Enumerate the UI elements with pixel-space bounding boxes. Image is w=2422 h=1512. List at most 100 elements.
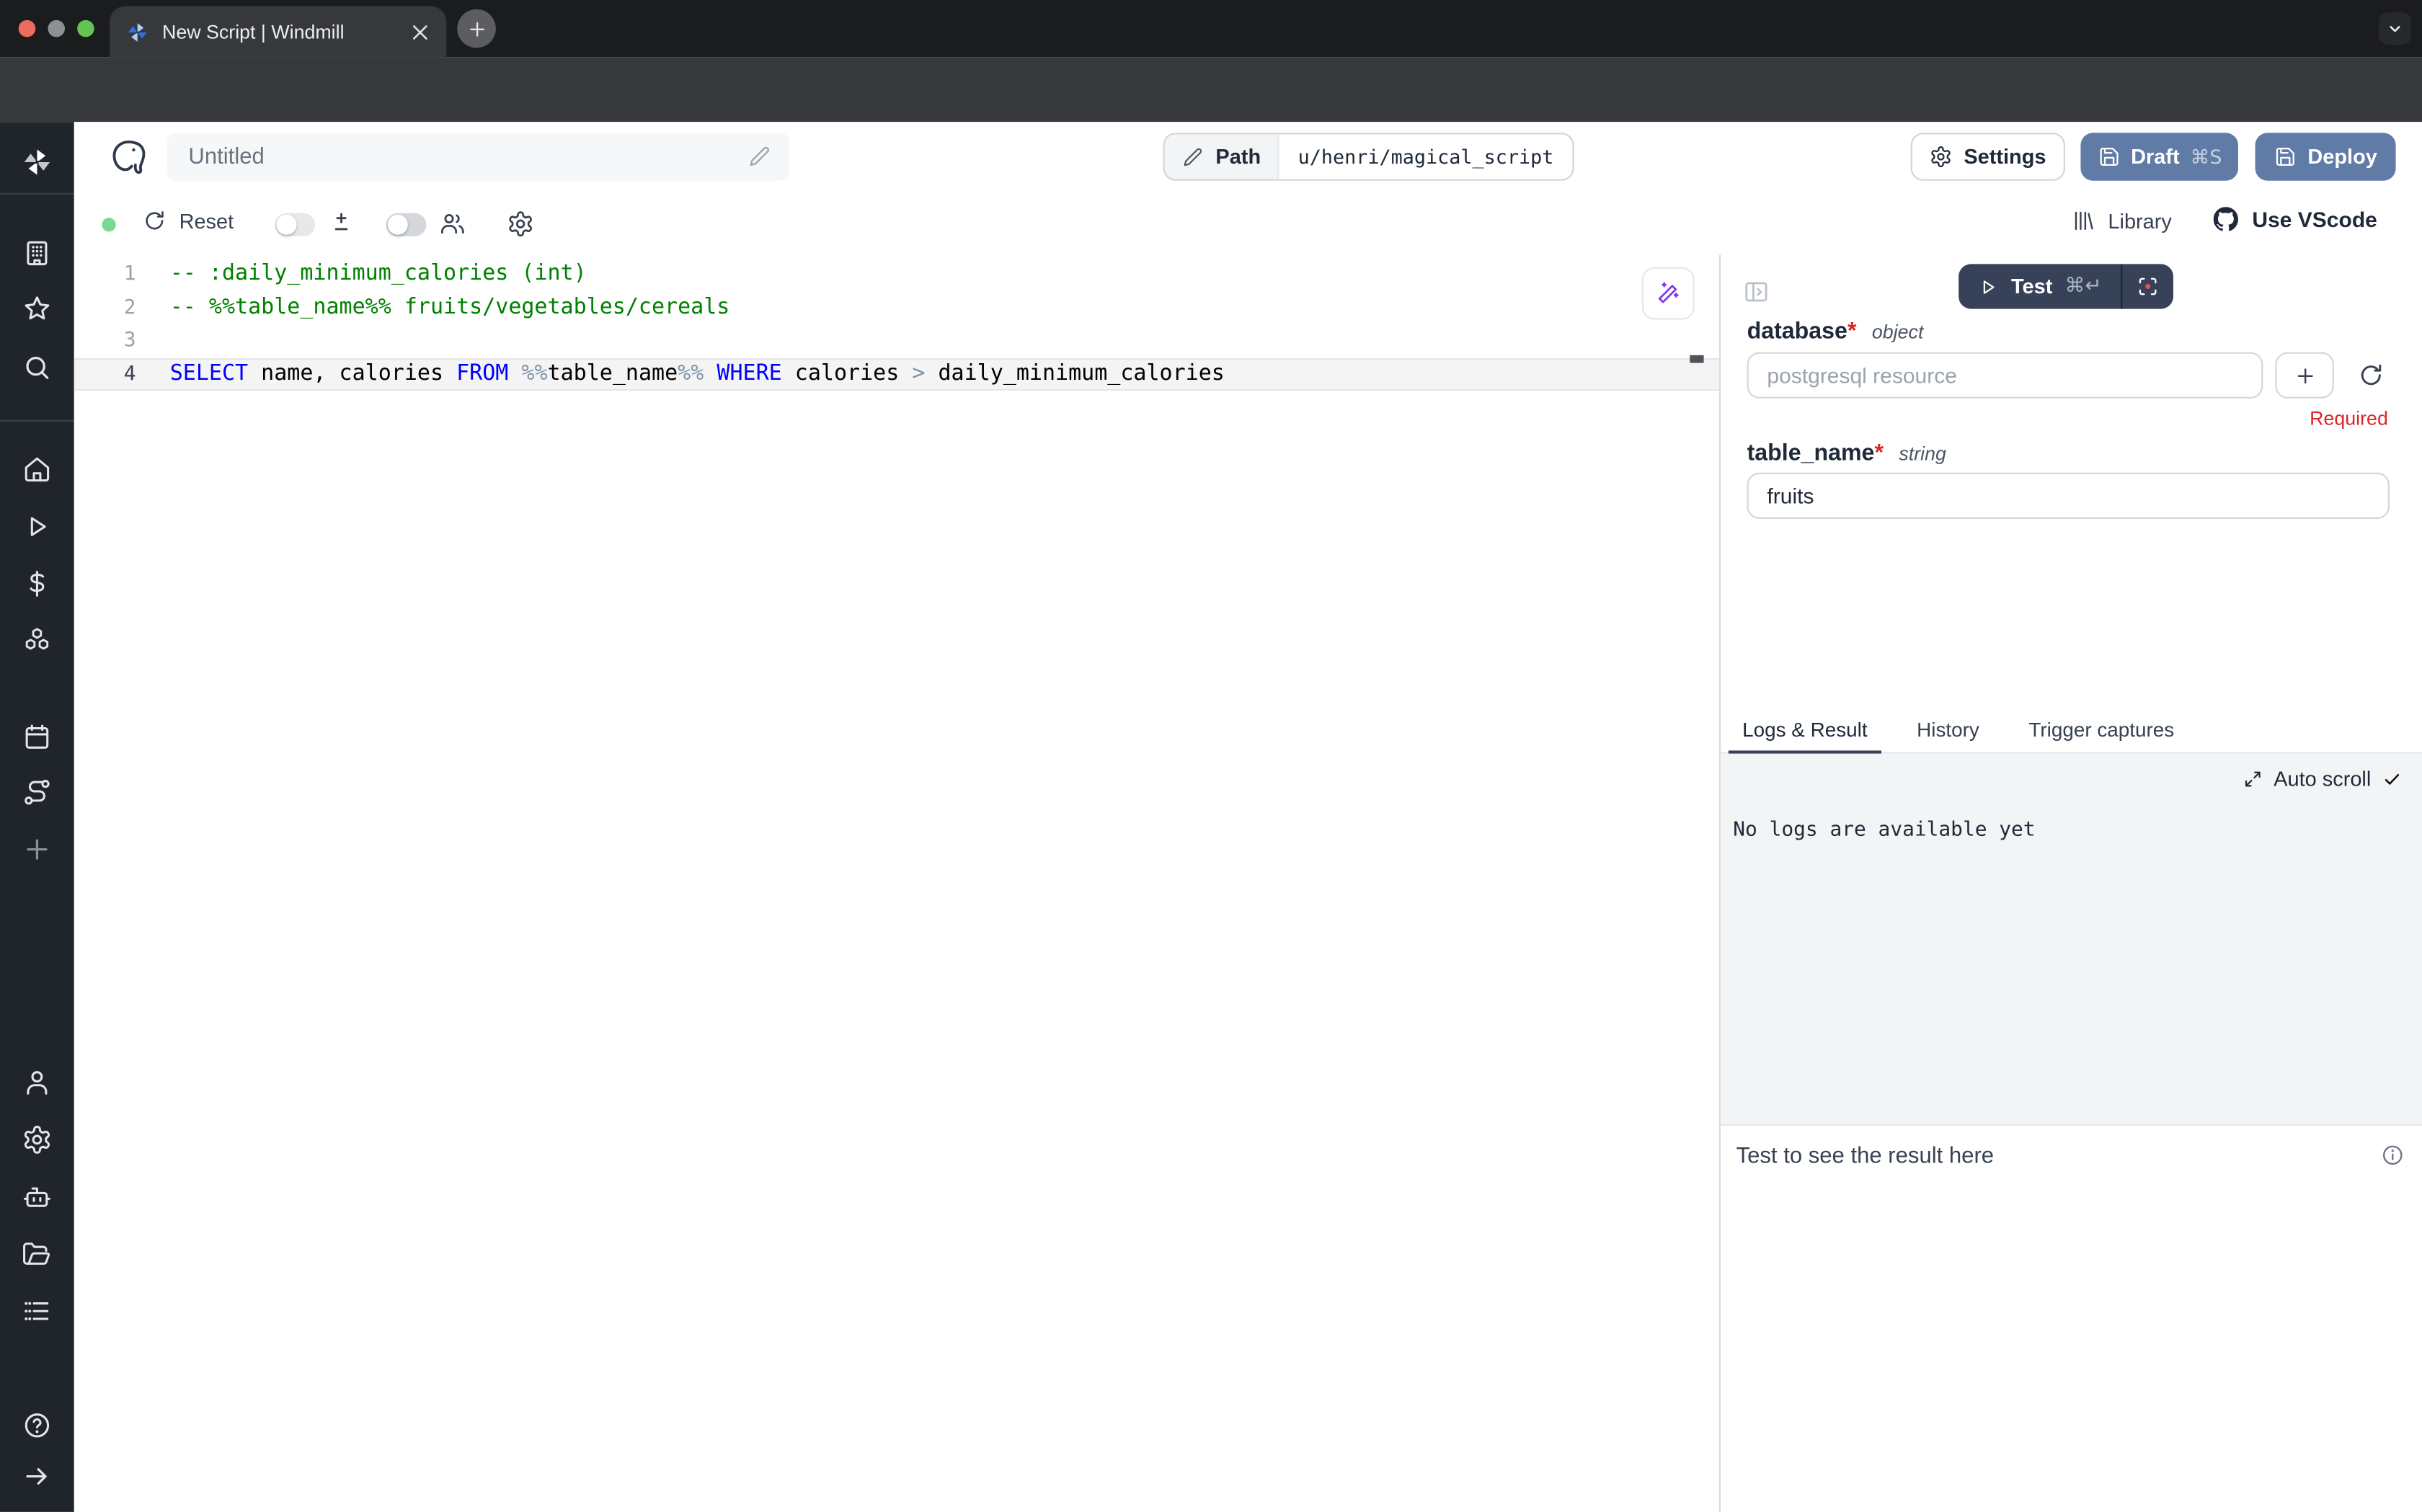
overview-ruler-cursor-mark [1690, 355, 1703, 363]
info-icon[interactable] [2380, 1143, 2405, 1168]
script-path-control[interactable]: Path u/henri/magical_script [1163, 133, 1574, 180]
deploy-button-label: Deploy [2307, 145, 2377, 168]
result-panel: Test to see the result here [1721, 1124, 2422, 1512]
code-line[interactable]: 4SELECT name, calories FROM %%table_name… [74, 357, 1719, 391]
settings-icon[interactable] [22, 1124, 53, 1155]
window-minimize-button[interactable] [48, 20, 65, 37]
runs-icon[interactable] [22, 511, 53, 542]
windmill-logo[interactable] [20, 145, 54, 179]
code-line[interactable]: 3 [74, 324, 1719, 357]
connection-status-dot [102, 218, 115, 231]
help-icon[interactable] [22, 1410, 53, 1441]
table-name-input[interactable] [1747, 473, 2390, 519]
refresh-resources-icon[interactable] [2357, 361, 2385, 389]
test-shortcut: ⌘↵ [2064, 275, 2101, 298]
path-label: Path [1215, 145, 1261, 168]
deploy-button[interactable]: Deploy [2255, 133, 2396, 180]
table-name-field-label: table_name* string [1747, 440, 1946, 466]
field-name: database [1747, 318, 1847, 344]
scan-target-icon [2136, 275, 2159, 298]
magic-wand-icon [1654, 280, 1682, 308]
schedules-icon[interactable] [22, 721, 53, 752]
diff-mode-toggle[interactable] [275, 213, 315, 236]
path-value: u/henri/magical_script [1279, 134, 1572, 179]
database-resource-input[interactable] [1747, 352, 2263, 399]
search-icon[interactable] [22, 352, 53, 383]
editor-settings-gear-icon[interactable] [507, 210, 535, 238]
library-button-label: Library [2108, 209, 2171, 232]
triggers-icon[interactable] [22, 777, 53, 808]
tab-search-button[interactable] [2379, 12, 2411, 45]
multiplayer-toggle[interactable] [386, 213, 427, 236]
save-icon [2274, 145, 2297, 168]
field-type: string [1899, 443, 1946, 465]
code-line[interactable]: 2-- %%table_name%% fruits/vegetables/cer… [74, 291, 1719, 324]
check-icon [2382, 769, 2402, 789]
edit-pencil-icon [748, 145, 771, 168]
code-editor[interactable]: 1-- :daily_minimum_calories (int)2-- %%t… [74, 255, 1719, 1512]
diff-icon[interactable] [327, 210, 355, 238]
vscode-button-label: Use VScode [2252, 207, 2377, 231]
tab-close-icon[interactable] [408, 19, 432, 44]
audit-logs-icon[interactable] [22, 1296, 53, 1327]
home-icon[interactable] [22, 454, 53, 485]
tab-logs-result[interactable]: Logs & Result [1729, 707, 1881, 752]
workspace-icon[interactable] [22, 238, 53, 269]
auto-scroll-control[interactable]: Auto scroll [2243, 768, 2402, 791]
toggle-knob [388, 215, 408, 235]
required-asterisk: * [1874, 440, 1884, 466]
users-icon[interactable] [22, 1067, 53, 1098]
browser-tab[interactable]: New Script | Windmill [110, 6, 446, 58]
browser-toolbar: app.windmill.dev/scripts/add#JTdCJTIyaGF… [0, 57, 2422, 122]
code-lines: 1-- :daily_minimum_calories (int)2-- %%t… [74, 258, 1719, 391]
add-item-icon[interactable] [22, 834, 53, 865]
script-summary-field[interactable]: Untitled [167, 133, 789, 180]
reset-button-label: Reset [179, 209, 234, 232]
reset-button[interactable]: Reset [142, 208, 234, 233]
test-button-group[interactable]: Test ⌘↵ [1959, 264, 2173, 308]
folders-icon[interactable] [22, 1239, 53, 1270]
tab-title: New Script | Windmill [162, 21, 394, 43]
test-button[interactable]: Test ⌘↵ [1959, 264, 2120, 308]
database-field-label: database* object [1747, 318, 1924, 344]
field-name: table_name [1747, 440, 1875, 466]
tab-history[interactable]: History [1903, 707, 1993, 752]
required-asterisk: * [1847, 318, 1857, 344]
multiplayer-users-icon[interactable] [439, 210, 467, 238]
plus-icon [2293, 364, 2316, 387]
draft-shortcut: ⌘S [2191, 145, 2222, 168]
capture-test-button[interactable] [2122, 264, 2173, 308]
workers-bot-icon[interactable] [22, 1181, 53, 1212]
favorites-star-icon[interactable] [22, 293, 53, 324]
toggle-knob [277, 215, 297, 235]
expand-sidebar-icon[interactable] [22, 1461, 53, 1492]
expand-icon [2243, 769, 2263, 789]
variables-icon[interactable] [22, 569, 53, 600]
results-tabs: Logs & Result History Trigger captures [1721, 707, 2422, 753]
refresh-icon [142, 208, 167, 233]
script-summary-text: Untitled [188, 144, 748, 169]
sidebar-divider [0, 420, 74, 422]
play-icon [1977, 276, 1999, 298]
code-line[interactable]: 1-- :daily_minimum_calories (int) [74, 258, 1719, 291]
windmill-favicon [125, 19, 150, 44]
use-vscode-button[interactable]: Use VScode [2214, 207, 2377, 231]
browser-tab-bar: New Script | Windmill [0, 0, 2422, 57]
library-button[interactable]: Library [2071, 208, 2172, 233]
sidebar-divider [0, 193, 74, 195]
collapse-panel-icon[interactable] [1742, 278, 1770, 306]
window-zoom-button[interactable] [77, 20, 94, 37]
auto-scroll-label: Auto scroll [2274, 768, 2371, 791]
add-resource-button[interactable] [2275, 352, 2333, 399]
gear-icon [1930, 145, 1953, 168]
draft-button[interactable]: Draft ⌘S [2080, 133, 2238, 180]
resources-icon[interactable] [22, 626, 53, 657]
required-note: Required [2310, 408, 2388, 430]
new-tab-button[interactable] [457, 9, 496, 48]
editor-toolbar: Reset Library Use VScode [74, 193, 2422, 255]
tab-trigger-captures[interactable]: Trigger captures [2015, 707, 2188, 752]
logs-panel: Auto scroll No logs are available yet [1721, 754, 2422, 1124]
window-close-button[interactable] [19, 20, 36, 37]
settings-button[interactable]: Settings [1911, 133, 2065, 180]
ai-assistant-button[interactable] [1642, 267, 1695, 320]
